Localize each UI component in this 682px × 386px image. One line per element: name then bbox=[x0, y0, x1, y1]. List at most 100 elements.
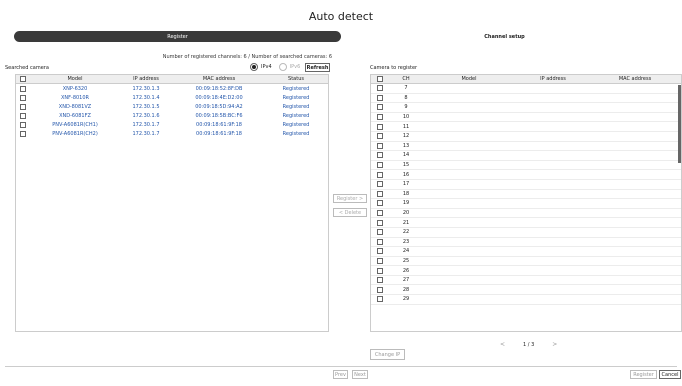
channel-cell: 22 bbox=[402, 229, 410, 236]
ip-cell: 172.30.1.7 bbox=[132, 130, 160, 137]
table-row[interactable]: 13 bbox=[371, 142, 681, 152]
row-checkbox[interactable] bbox=[377, 94, 383, 101]
model-cell: XND-8081VZ bbox=[58, 103, 92, 110]
table-row[interactable]: PNV-A6081R(CH2) 172.30.1.7 00:09:18:61:9F:… bbox=[16, 129, 328, 138]
ip-cell: 172.30.1.6 bbox=[132, 112, 160, 119]
table-row[interactable]: PNV-A6081R(CH1) 172.30.1.7 00:09:18:61:9F:… bbox=[16, 120, 328, 129]
column-header: CH bbox=[402, 76, 410, 82]
register-arrow-button[interactable]: Register > bbox=[333, 194, 367, 203]
next-page-icon[interactable]: > bbox=[552, 341, 557, 348]
row-checkbox[interactable] bbox=[377, 296, 383, 303]
table-row[interactable]: 15 bbox=[371, 161, 681, 171]
table-row[interactable]: 20 bbox=[371, 209, 681, 219]
row-checkbox[interactable] bbox=[377, 133, 383, 140]
tab-register[interactable]: Register bbox=[14, 31, 341, 42]
dialog-title: Auto detect bbox=[308, 10, 374, 23]
model-cell: PNV-A6081R(CH2) bbox=[52, 130, 98, 137]
table-row[interactable]: XND-8081VZ 172.30.1.5 00:09:18:5D:94:A2 Reg… bbox=[16, 102, 328, 111]
column-header: IP address bbox=[540, 76, 566, 82]
table-row[interactable]: XNP-6320 172.30.1.3 00:09:18:52:8F:DB Regis… bbox=[16, 84, 328, 93]
ipv6-radio[interactable] bbox=[278, 63, 287, 71]
model-cell: XND-6081FZ bbox=[59, 112, 91, 119]
table-row[interactable]: XND-6081FZ 172.30.1.6 00:09:18:5B:BC:F6 Reg… bbox=[16, 111, 328, 120]
tab-channel-setup[interactable]: Channel setup bbox=[341, 31, 668, 42]
table-row[interactable]: 14 bbox=[371, 151, 681, 161]
select-all-checkbox[interactable] bbox=[20, 76, 26, 82]
row-checkbox[interactable] bbox=[20, 121, 26, 128]
row-checkbox[interactable] bbox=[377, 248, 383, 255]
channel-cell: 29 bbox=[402, 296, 410, 303]
row-checkbox[interactable] bbox=[377, 238, 383, 245]
delete-arrow-button[interactable]: < Delete bbox=[333, 208, 367, 217]
ip-version-selector: IPv4 IPv6 bbox=[250, 63, 300, 71]
table-row[interactable]: 16 bbox=[371, 170, 681, 180]
row-checkbox[interactable] bbox=[377, 162, 383, 169]
row-checkbox[interactable] bbox=[377, 85, 383, 92]
table-row[interactable]: 17 bbox=[371, 180, 681, 190]
table-row[interactable]: 18 bbox=[371, 190, 681, 200]
row-checkbox[interactable] bbox=[377, 229, 383, 236]
table-row[interactable]: 11 bbox=[371, 122, 681, 132]
row-checkbox[interactable] bbox=[377, 123, 383, 130]
row-checkbox[interactable] bbox=[20, 130, 26, 137]
ip-cell: 172.30.1.7 bbox=[132, 121, 160, 128]
status-cell: Registered bbox=[282, 85, 310, 92]
model-cell: PNV-A6081R(CH1) bbox=[52, 121, 98, 128]
refresh-button[interactable]: Refresh bbox=[305, 63, 330, 72]
table-row[interactable]: XNF-8010R 172.30.1.4 00:09:18:4E:D2:00 Regi… bbox=[16, 93, 328, 102]
register-button[interactable]: Register bbox=[630, 370, 657, 379]
ip-cell: 172.30.1.4 bbox=[132, 94, 160, 101]
next-button[interactable]: Next bbox=[352, 370, 368, 379]
table-row[interactable]: 25 bbox=[371, 257, 681, 267]
table-row[interactable]: 24 bbox=[371, 247, 681, 257]
tab-bar: Register Channel setup bbox=[14, 31, 668, 42]
row-checkbox[interactable] bbox=[377, 219, 383, 226]
channel-cell: 8 bbox=[404, 94, 408, 101]
prev-button[interactable]: Prev bbox=[333, 370, 348, 379]
row-checkbox[interactable] bbox=[377, 142, 383, 149]
table-row[interactable]: 23 bbox=[371, 238, 681, 248]
scrollbar[interactable] bbox=[678, 85, 681, 163]
searched-camera-table: Model IP address MAC address Status XNP-… bbox=[15, 74, 329, 332]
column-header: Status bbox=[288, 76, 304, 82]
table-row[interactable]: 7 bbox=[371, 84, 681, 94]
table-row[interactable]: 29 bbox=[371, 295, 681, 305]
row-checkbox[interactable] bbox=[20, 94, 26, 101]
row-checkbox[interactable] bbox=[20, 112, 26, 119]
cancel-button[interactable]: Cancel bbox=[659, 370, 681, 379]
row-checkbox[interactable] bbox=[377, 114, 383, 121]
channel-cell: 21 bbox=[402, 219, 410, 226]
row-checkbox[interactable] bbox=[377, 200, 383, 207]
table-row[interactable]: 21 bbox=[371, 218, 681, 228]
table-row[interactable]: 9 bbox=[371, 103, 681, 113]
row-checkbox[interactable] bbox=[377, 152, 383, 159]
table-row[interactable]: 26 bbox=[371, 266, 681, 276]
row-checkbox[interactable] bbox=[20, 85, 26, 92]
row-checkbox[interactable] bbox=[377, 190, 383, 197]
channel-cell: 13 bbox=[402, 142, 410, 149]
table-row[interactable]: 28 bbox=[371, 285, 681, 296]
ipv4-radio[interactable] bbox=[250, 63, 258, 71]
table-row[interactable]: 10 bbox=[371, 113, 681, 123]
change-ip-button[interactable]: Change IP bbox=[370, 349, 405, 360]
row-checkbox[interactable] bbox=[377, 210, 383, 217]
row-checkbox[interactable] bbox=[377, 286, 383, 293]
row-checkbox[interactable] bbox=[377, 257, 383, 264]
row-checkbox[interactable] bbox=[20, 103, 26, 110]
footer-divider bbox=[5, 366, 677, 367]
mac-cell: 00:09:18:4E:D2:00 bbox=[195, 94, 243, 101]
prev-page-icon[interactable]: < bbox=[500, 341, 505, 348]
row-checkbox[interactable] bbox=[377, 171, 383, 178]
row-checkbox[interactable] bbox=[377, 104, 383, 111]
table-row[interactable]: 19 bbox=[371, 199, 681, 209]
row-checkbox[interactable] bbox=[377, 267, 383, 274]
table-row[interactable]: 22 bbox=[371, 228, 681, 238]
table-row[interactable]: 27 bbox=[371, 276, 681, 286]
select-all-checkbox[interactable] bbox=[377, 76, 383, 82]
register-table: CH Model IP address MAC address 7 8 9 10 11 1… bbox=[370, 74, 682, 332]
mac-cell: 00:09:18:5B:BC:F6 bbox=[195, 112, 243, 119]
row-checkbox[interactable] bbox=[377, 181, 383, 188]
table-row[interactable]: 8 bbox=[371, 94, 681, 104]
row-checkbox[interactable] bbox=[377, 277, 383, 284]
table-row[interactable]: 12 bbox=[371, 132, 681, 142]
